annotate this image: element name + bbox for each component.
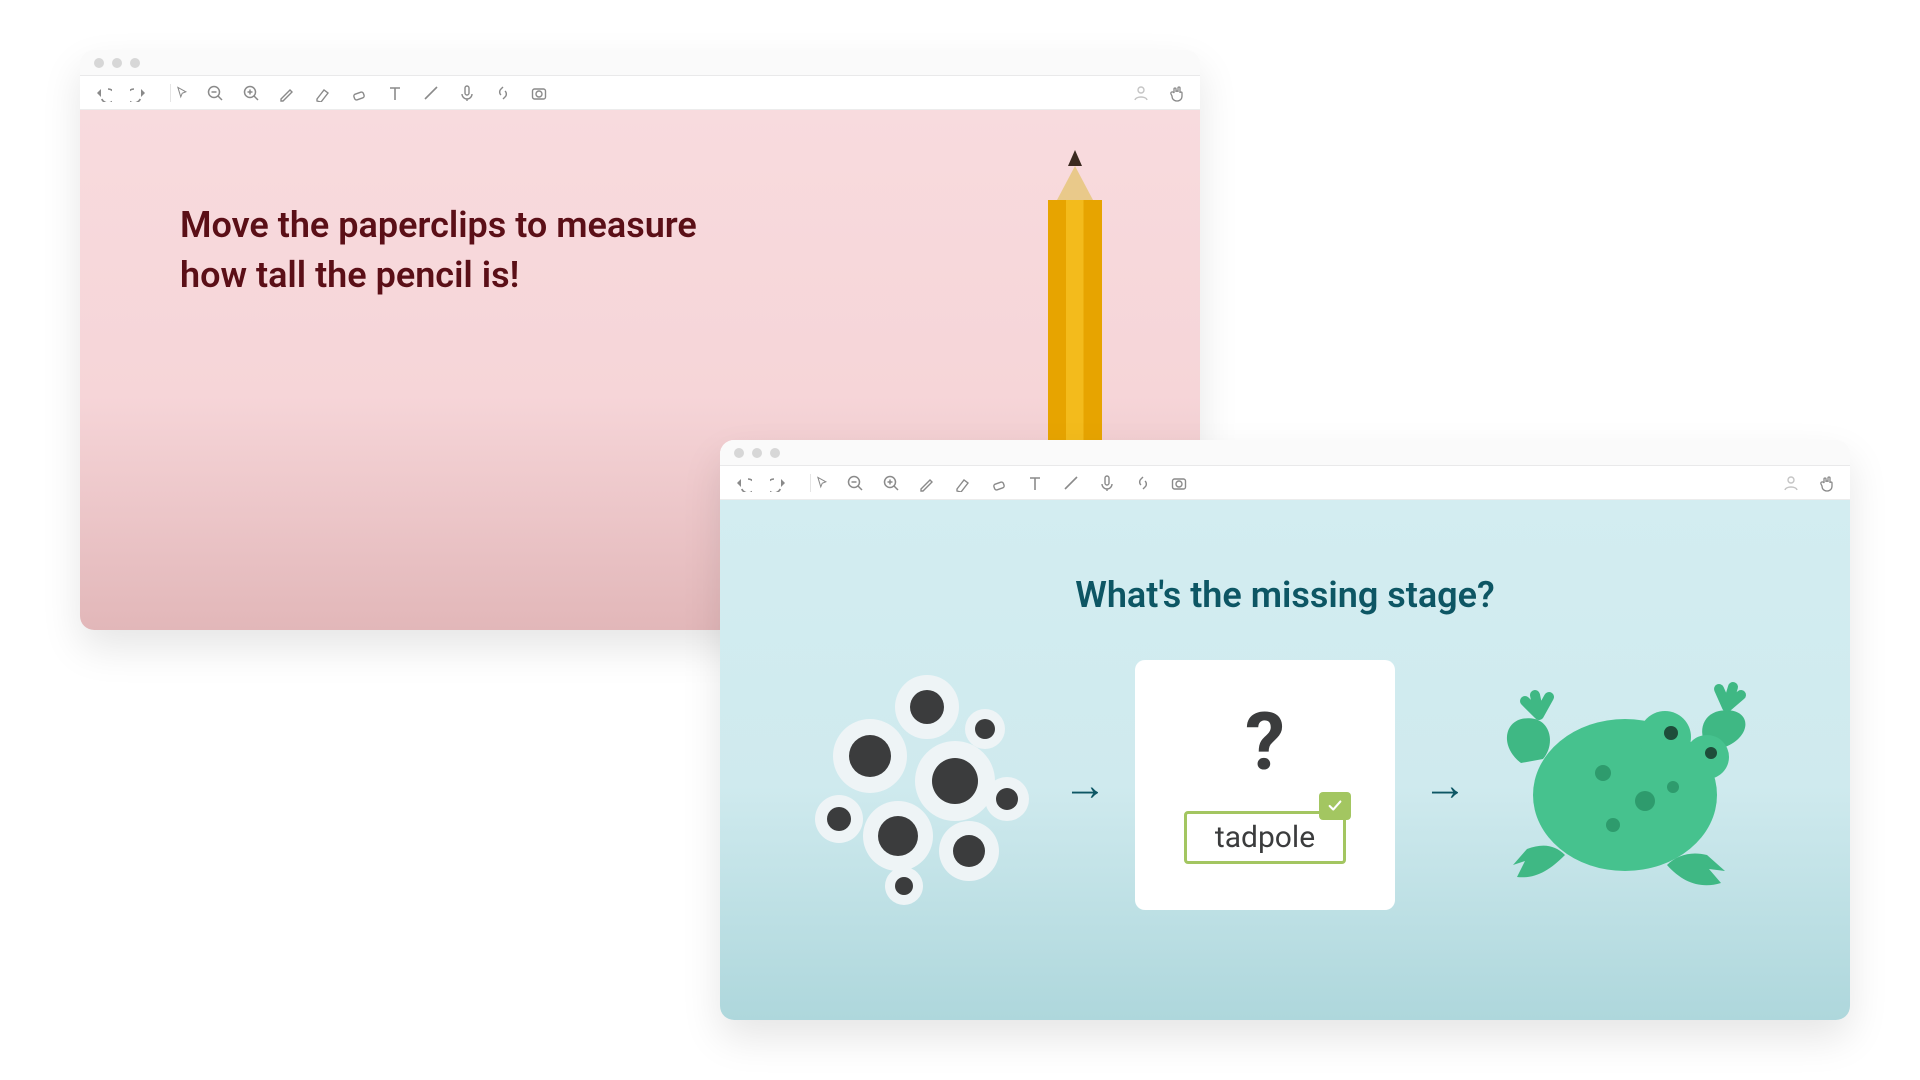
answer-card: ? tadpole [1135,660,1395,910]
link-icon[interactable] [1134,474,1152,492]
paperclip-icon[interactable] [924,234,970,338]
undo-icon[interactable] [94,84,112,102]
mic-icon[interactable] [1098,474,1116,492]
zoom-out-icon[interactable] [206,84,224,102]
traffic-light-zoom[interactable] [770,448,780,458]
zoom-out-icon[interactable] [846,474,864,492]
link-icon[interactable] [494,84,512,102]
hand-icon[interactable] [1168,84,1186,102]
whiteboard-window-lifecycle: What's the missing stage? → ? [720,440,1850,1020]
toolbar [720,466,1850,500]
pointer-icon[interactable] [170,84,188,102]
zoom-in-icon[interactable] [242,84,260,102]
eraser-icon[interactable] [990,474,1008,492]
activity-prompt: Move the paperclips to measure how tall … [180,200,697,301]
window-titlebar [80,50,1200,76]
redo-icon[interactable] [770,474,788,492]
question-mark: ? [1245,695,1285,789]
pointer-icon[interactable] [810,474,828,492]
window-titlebar [720,440,1850,466]
traffic-light-minimize[interactable] [752,448,762,458]
correct-check-icon [1319,792,1351,820]
answer-input[interactable]: tadpole [1184,811,1346,864]
arrow-icon: → [1063,759,1107,811]
hand-icon[interactable] [1818,474,1836,492]
camera-icon[interactable] [1170,474,1188,492]
prompt-line: how tall the pencil is! [180,254,519,296]
arrow-icon: → [1423,759,1467,811]
user-icon[interactable] [1782,474,1800,492]
pen-icon[interactable] [918,474,936,492]
paperclip-draggable[interactable] [608,459,659,573]
frog-eggs-graphic [815,675,1035,895]
text-icon[interactable] [1026,474,1044,492]
text-icon[interactable] [386,84,404,102]
toolbar [80,76,1200,110]
zoom-in-icon[interactable] [882,474,900,492]
lifecycle-flow: → ? tadpole → [720,660,1850,910]
highlighter-icon[interactable] [954,474,972,492]
whiteboard-canvas[interactable]: What's the missing stage? → ? [720,500,1850,1020]
mic-icon[interactable] [458,84,476,102]
line-icon[interactable] [422,84,440,102]
eraser-icon[interactable] [350,84,368,102]
line-icon[interactable] [1062,474,1080,492]
highlighter-icon[interactable] [314,84,332,102]
redo-icon[interactable] [130,84,148,102]
paperclip-icon[interactable] [924,338,970,442]
traffic-light-close[interactable] [734,448,744,458]
pen-icon[interactable] [278,84,296,102]
camera-icon[interactable] [530,84,548,102]
frog-graphic [1495,675,1755,895]
traffic-light-close[interactable] [94,58,104,68]
answer-text: tadpole [1215,820,1315,855]
traffic-light-zoom[interactable] [130,58,140,68]
activity-prompt: What's the missing stage? [720,574,1850,616]
prompt-line: Move the paperclips to measure [180,204,697,246]
undo-icon[interactable] [734,474,752,492]
paperclip-icon[interactable] [924,130,970,234]
traffic-light-minimize[interactable] [112,58,122,68]
user-icon[interactable] [1132,84,1150,102]
